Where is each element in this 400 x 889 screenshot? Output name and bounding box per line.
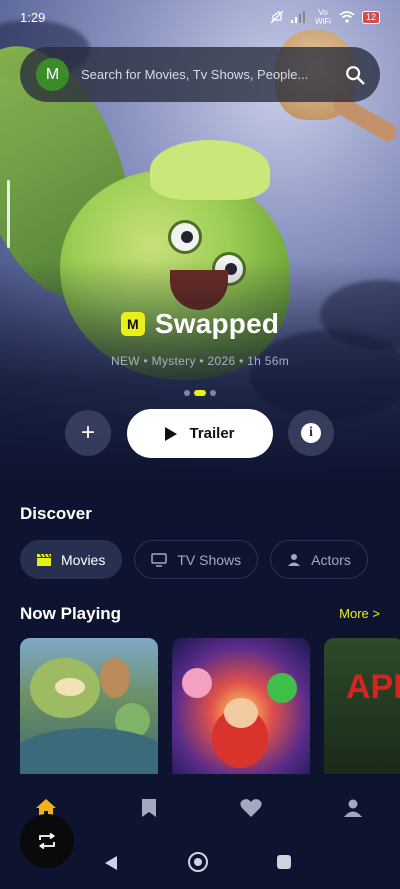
carousel-dot[interactable] — [184, 390, 190, 396]
discover-chips: Movies TV Shows Actors — [20, 540, 368, 579]
chip-tv-shows[interactable]: TV Shows — [134, 540, 259, 579]
system-home-icon[interactable] — [188, 852, 208, 872]
discover-heading: Discover — [20, 504, 92, 523]
carousel-dot-active[interactable] — [194, 390, 206, 396]
title-badge: M — [120, 312, 145, 336]
poster-partial[interactable]: APE — [324, 638, 400, 774]
battery-icon: 12 — [361, 10, 380, 24]
trailer-button[interactable]: Trailer — [127, 409, 273, 458]
poster-title-text: APE — [346, 668, 400, 706]
carousel-dot[interactable] — [210, 390, 216, 396]
signal-icon — [290, 11, 305, 23]
heart-icon — [240, 799, 262, 817]
mute-icon — [270, 10, 284, 24]
chip-movies[interactable]: Movies — [20, 540, 123, 579]
status-icons: Vo WiFi 12 — [270, 8, 380, 26]
now-playing-carousel[interactable]: APE — [20, 638, 400, 774]
movie-meta: NEW • Mystery • 2026 • 1h 56m — [110, 354, 290, 368]
person-icon — [288, 553, 301, 566]
now-playing-heading: Now Playing — [20, 604, 122, 623]
avatar[interactable]: M — [36, 58, 69, 91]
carousel-indicator — [0, 390, 400, 396]
repeat-icon — [38, 833, 56, 849]
info-icon: i — [301, 423, 321, 443]
clapperboard-icon — [37, 553, 51, 566]
play-icon — [165, 426, 178, 441]
system-recents-icon[interactable] — [277, 855, 291, 869]
poster-mario[interactable] — [172, 638, 310, 774]
search-icon[interactable] — [344, 64, 366, 86]
network-label: Vo WiFi — [314, 8, 331, 26]
chip-label: Actors — [311, 551, 351, 568]
floating-action-button[interactable] — [20, 814, 74, 868]
system-back-icon[interactable] — [104, 855, 118, 871]
trailer-label: Trailer — [189, 425, 235, 442]
search-bar[interactable]: M Search for Movies, Tv Shows, People... — [20, 47, 380, 102]
wifi-icon — [339, 11, 355, 23]
chip-label: TV Shows — [177, 551, 242, 568]
nav-profile[interactable] — [341, 796, 365, 820]
chip-actors[interactable]: Actors — [270, 540, 368, 579]
more-link[interactable]: More > — [339, 606, 380, 621]
tv-icon — [151, 552, 168, 567]
plus-icon: + — [80, 419, 95, 446]
add-to-list-button[interactable]: + — [65, 410, 111, 456]
status-time: 1:29 — [20, 9, 46, 25]
movie-title: Swapped — [154, 308, 280, 339]
chip-label: Movies — [61, 551, 106, 568]
info-button[interactable]: i — [288, 410, 334, 456]
nav-favorites[interactable] — [239, 796, 263, 820]
profile-icon — [344, 799, 362, 817]
nav-bookmarks[interactable] — [137, 796, 161, 820]
app-screen: 1:29 Vo WiFi 12 M Search for Movies, Tv … — [0, 0, 400, 889]
status-bar: 1:29 Vo WiFi 12 — [0, 0, 400, 34]
hero-title-row: M Swapped — [0, 308, 400, 340]
edge-handle[interactable] — [7, 180, 10, 248]
bookmark-icon — [142, 799, 156, 817]
poster-swapped[interactable] — [20, 638, 158, 774]
search-input[interactable]: Search for Movies, Tv Shows, People... — [81, 67, 336, 82]
